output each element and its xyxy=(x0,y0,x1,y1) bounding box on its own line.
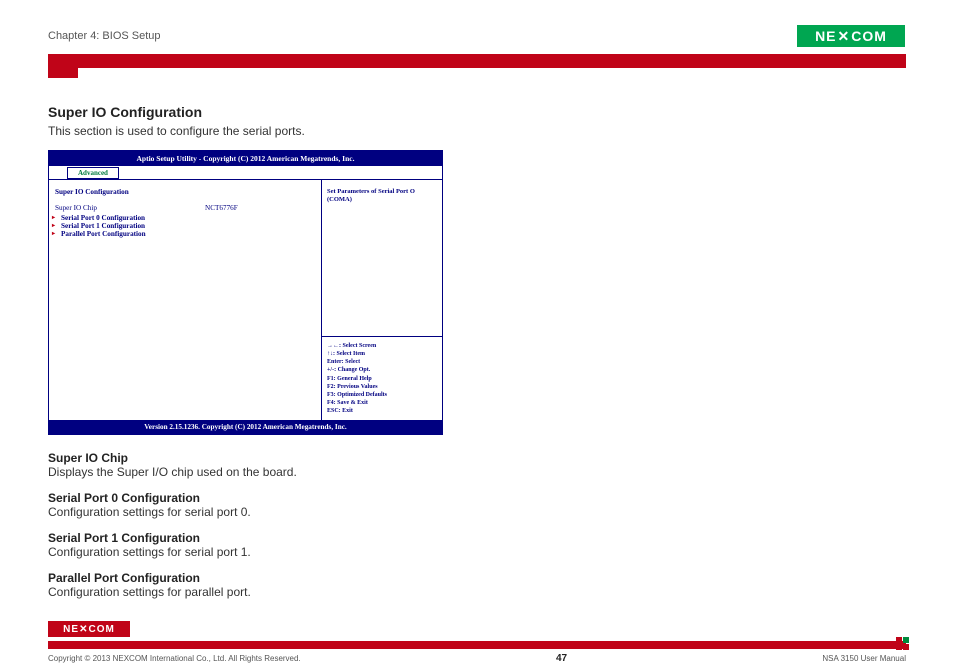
bios-key-legend: →←: Select Screen ↑↓: Select Item Enter:… xyxy=(322,336,442,420)
key-f2: F2: Previous Values xyxy=(327,383,437,391)
section-title: Super IO Configuration xyxy=(48,104,906,120)
footer-logo: NE✕COM xyxy=(48,621,130,637)
desc-serial1: Serial Port 1 Configuration Configuratio… xyxy=(48,531,906,559)
bios-link-parallel[interactable]: Parallel Port Configuration xyxy=(55,230,315,238)
bios-panel-title: Super IO Configuration xyxy=(55,188,315,196)
key-f1: F1: General Help xyxy=(327,375,437,383)
bios-title-bar: Aptio Setup Utility - Copyright (C) 2012… xyxy=(49,151,442,166)
footer-manual: NSA 3150 User Manual xyxy=(822,654,906,663)
bios-link-serial0[interactable]: Serial Port 0 Configuration xyxy=(55,214,315,222)
desc-title: Serial Port 0 Configuration xyxy=(48,491,906,505)
bios-chip-row: Super IO Chip NCT6776F xyxy=(55,204,315,212)
desc-title: Parallel Port Configuration xyxy=(48,571,906,585)
desc-title: Serial Port 1 Configuration xyxy=(48,531,906,545)
bios-tab-row: Advanced xyxy=(49,166,442,180)
bios-main-panel: Super IO Configuration Super IO Chip NCT… xyxy=(49,180,322,420)
key-change-opt: +/-: Change Opt. xyxy=(327,366,437,374)
footer-square-icon xyxy=(896,637,910,651)
header-divider xyxy=(48,54,906,68)
bios-screenshot: Aptio Setup Utility - Copyright (C) 2012… xyxy=(48,150,443,435)
key-enter: Enter: Select xyxy=(327,358,437,366)
footer-divider xyxy=(48,641,906,649)
page-number: 47 xyxy=(556,653,567,664)
desc-text: Configuration settings for parallel port… xyxy=(48,585,906,599)
desc-text: Configuration settings for serial port 1… xyxy=(48,545,906,559)
desc-text: Configuration settings for serial port 0… xyxy=(48,505,906,519)
key-f4: F4: Save & Exit xyxy=(327,399,437,407)
desc-text: Displays the Super I/O chip used on the … xyxy=(48,465,906,479)
key-esc: ESC: Exit xyxy=(327,407,437,415)
bios-help-text: Set Parameters of Serial Port O (COMA) xyxy=(322,180,442,336)
bios-chip-value: NCT6776F xyxy=(205,204,238,212)
key-select-screen: →←: Select Screen xyxy=(327,342,437,350)
brand-logo: NE✕COM xyxy=(796,24,906,48)
desc-parallel: Parallel Port Configuration Configuratio… xyxy=(48,571,906,599)
desc-super-io-chip: Super IO Chip Displays the Super I/O chi… xyxy=(48,451,906,479)
section-description: This section is used to configure the se… xyxy=(48,124,906,138)
desc-title: Super IO Chip xyxy=(48,451,906,465)
key-f3: F3: Optimized Defaults xyxy=(327,391,437,399)
bios-tab-advanced[interactable]: Advanced xyxy=(67,167,119,179)
bios-chip-label: Super IO Chip xyxy=(55,204,205,212)
bios-footer-bar: Version 2.15.1236. Copyright (C) 2012 Am… xyxy=(49,420,442,434)
chapter-label: Chapter 4: BIOS Setup xyxy=(48,30,161,42)
desc-serial0: Serial Port 0 Configuration Configuratio… xyxy=(48,491,906,519)
bios-link-serial1[interactable]: Serial Port 1 Configuration xyxy=(55,222,315,230)
footer-copyright: Copyright © 2013 NEXCOM International Co… xyxy=(48,654,301,663)
key-select-item: ↑↓: Select Item xyxy=(327,350,437,358)
